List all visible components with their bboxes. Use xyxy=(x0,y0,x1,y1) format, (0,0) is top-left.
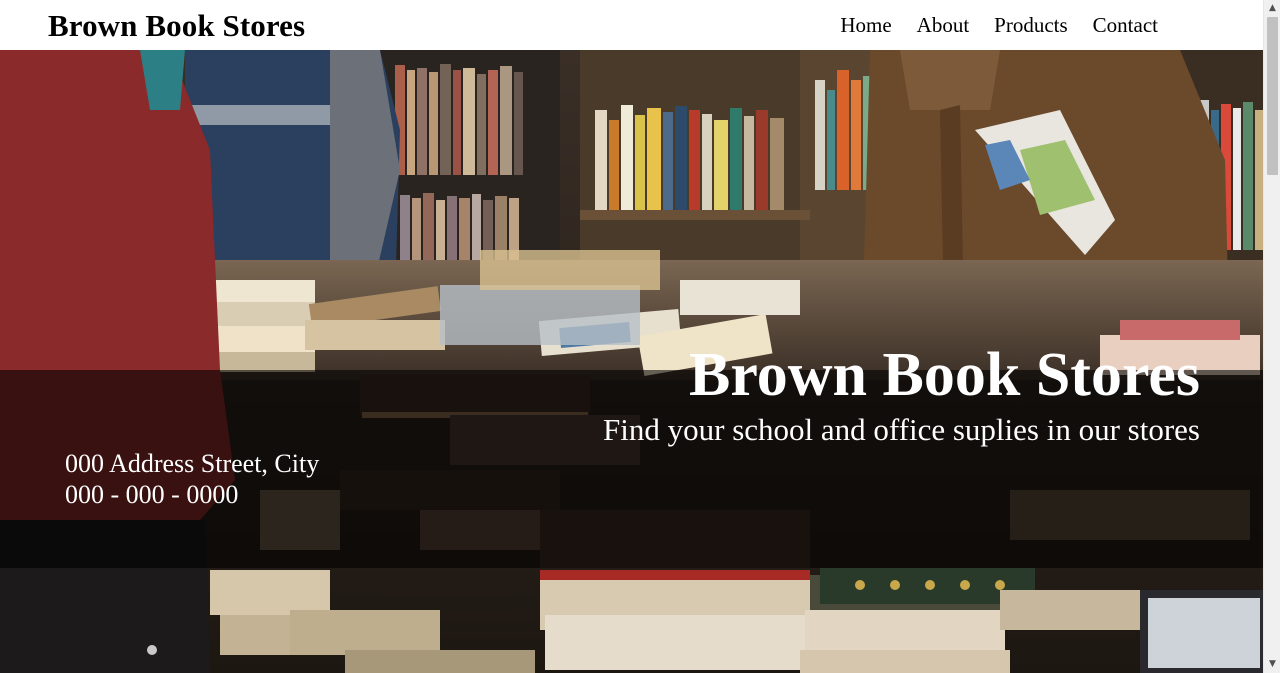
main-nav: Home About Products Contact xyxy=(840,13,1158,38)
phone-line: 000 - 000 - 0000 xyxy=(65,480,239,509)
hero-title: Brown Book Stores xyxy=(688,341,1200,409)
address-line: 000 Address Street, City xyxy=(65,449,320,478)
scroll-thumb[interactable] xyxy=(1267,17,1278,175)
site-header: Brown Book Stores Home About Products Co… xyxy=(0,0,1263,50)
nav-home-link[interactable]: Home xyxy=(840,13,891,38)
nav-products-link[interactable]: Products xyxy=(994,13,1068,38)
nav-contact-link[interactable]: Contact xyxy=(1093,13,1158,38)
page-scrollbar[interactable]: ▲ ▼ xyxy=(1263,0,1280,673)
scroll-up-icon[interactable]: ▲ xyxy=(1264,0,1280,17)
nav-about-link[interactable]: About xyxy=(917,13,970,38)
site-brand[interactable]: Brown Book Stores xyxy=(48,8,305,44)
scroll-down-icon[interactable]: ▼ xyxy=(1264,656,1280,673)
hero-subtitle: Find your school and office suplies in o… xyxy=(603,412,1200,447)
store-contact: 000 Address Street, City 000 - 000 - 000… xyxy=(65,448,319,510)
